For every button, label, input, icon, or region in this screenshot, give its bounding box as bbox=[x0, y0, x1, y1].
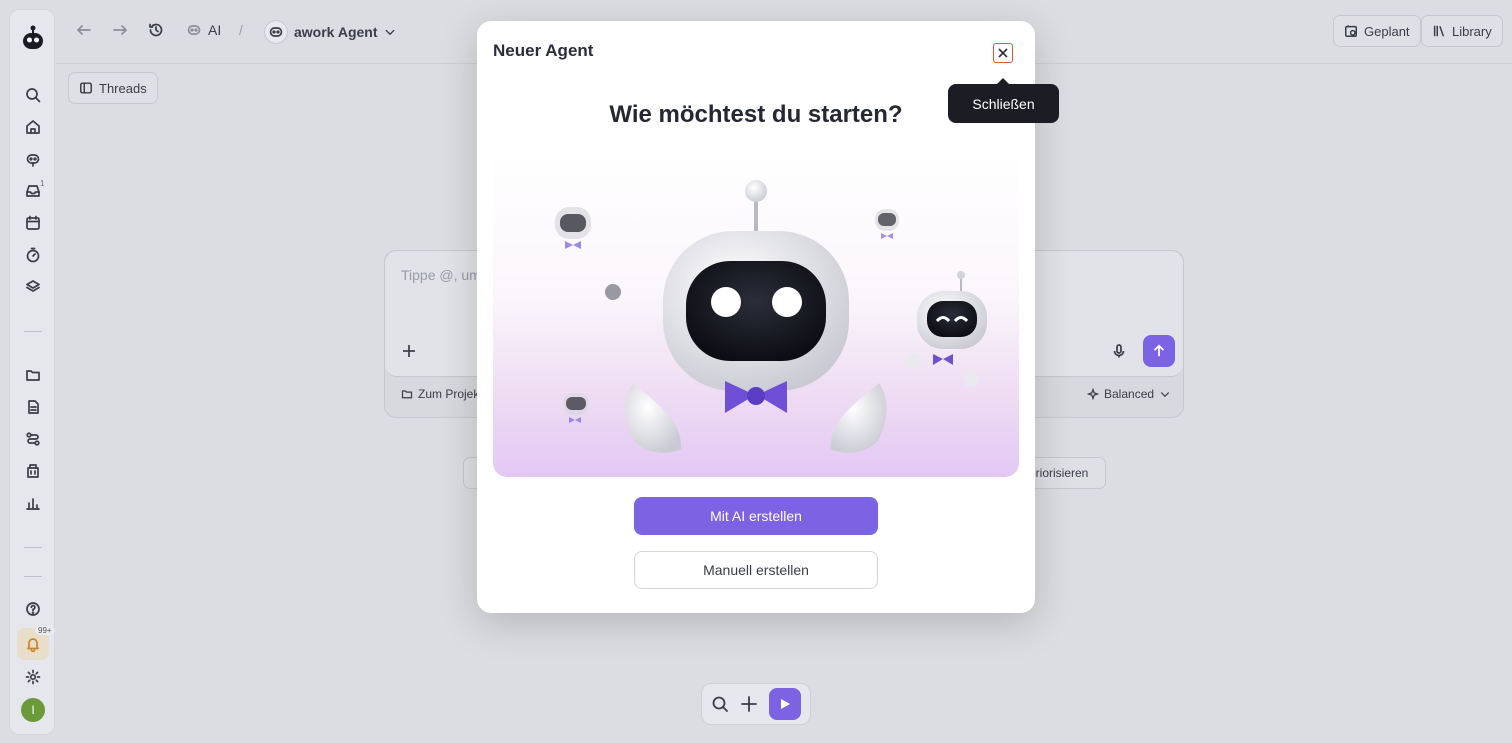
mode-label: Balanced bbox=[1104, 387, 1155, 401]
folder-icon[interactable] bbox=[21, 363, 45, 387]
company-icon[interactable] bbox=[21, 459, 45, 483]
library-icon bbox=[1433, 25, 1445, 37]
robot-illustration bbox=[493, 151, 1019, 477]
chat-input-placeholder: Tippe @, um bbox=[401, 267, 481, 283]
chevron-down-icon bbox=[1160, 392, 1170, 398]
bell-icon[interactable] bbox=[21, 632, 45, 656]
agent-avatar bbox=[264, 20, 288, 44]
breadcrumb-ai-label: AI bbox=[208, 22, 222, 38]
plus-icon[interactable] bbox=[740, 695, 758, 713]
search-icon[interactable] bbox=[711, 695, 729, 713]
awork-logo-icon[interactable] bbox=[20, 24, 46, 52]
notifications-badge: 99+ bbox=[35, 626, 55, 635]
breadcrumb-separator: / bbox=[239, 22, 243, 38]
threads-button[interactable]: Threads bbox=[68, 72, 158, 104]
project-label: Zum Projekt bbox=[418, 387, 483, 401]
layers-icon[interactable] bbox=[21, 275, 45, 299]
sidebar-divider bbox=[24, 576, 42, 577]
panel-icon bbox=[80, 82, 92, 94]
bottom-dock bbox=[701, 683, 811, 725]
agent-name: awork Agent bbox=[294, 24, 378, 40]
sidebar: 1 99+ I bbox=[9, 9, 55, 735]
history-icon[interactable] bbox=[148, 22, 164, 38]
create-manually-button[interactable]: Manuell erstellen bbox=[634, 551, 878, 589]
arrow-up-icon bbox=[1154, 344, 1164, 357]
robot-mascot-image bbox=[555, 180, 987, 453]
agent-selector[interactable]: awork Agent bbox=[264, 20, 396, 44]
home-icon[interactable] bbox=[21, 115, 45, 139]
sidebar-divider bbox=[24, 547, 42, 548]
mode-selector[interactable]: Balanced bbox=[1087, 387, 1171, 401]
avatar[interactable]: I bbox=[21, 698, 45, 722]
forward-arrow-icon[interactable] bbox=[112, 22, 128, 38]
close-tooltip: Schließen bbox=[948, 78, 1059, 123]
library-button[interactable]: Library bbox=[1421, 15, 1503, 47]
document-icon[interactable] bbox=[21, 395, 45, 419]
create-with-ai-button[interactable]: Mit AI erstellen bbox=[634, 497, 878, 535]
workflow-icon[interactable] bbox=[21, 427, 45, 451]
ai-agent-icon[interactable] bbox=[21, 147, 45, 171]
chevron-down-icon bbox=[385, 29, 394, 35]
close-button[interactable] bbox=[993, 43, 1013, 63]
folder-icon bbox=[401, 390, 413, 399]
close-icon bbox=[998, 48, 1008, 58]
suggestion-label: priorisieren bbox=[1029, 466, 1089, 480]
gear-icon[interactable] bbox=[21, 665, 45, 689]
play-icon bbox=[780, 699, 790, 709]
search-icon[interactable] bbox=[21, 83, 45, 107]
sidebar-divider bbox=[24, 331, 42, 332]
microphone-icon[interactable] bbox=[1111, 343, 1127, 359]
chart-icon[interactable] bbox=[21, 491, 45, 515]
library-label: Library bbox=[1452, 23, 1492, 39]
scheduled-icon bbox=[1345, 25, 1357, 37]
ai-agent-icon bbox=[269, 27, 283, 37]
scheduled-button[interactable]: Geplant bbox=[1333, 15, 1421, 47]
modal-title: Neuer Agent bbox=[493, 41, 594, 60]
scheduled-label: Geplant bbox=[1364, 23, 1410, 39]
threads-label: Threads bbox=[99, 80, 147, 96]
inbox-badge: 1 bbox=[40, 179, 45, 188]
back-arrow-icon[interactable] bbox=[76, 22, 92, 38]
sparkle-icon bbox=[1087, 388, 1099, 400]
timer-icon[interactable] bbox=[21, 243, 45, 267]
timer-play-button[interactable] bbox=[768, 688, 801, 720]
calendar-icon[interactable] bbox=[21, 211, 45, 235]
send-button[interactable] bbox=[1143, 335, 1175, 367]
breadcrumb-ai[interactable]: AI bbox=[186, 22, 221, 38]
project-selector[interactable]: Zum Projekt bbox=[401, 387, 483, 401]
help-icon[interactable] bbox=[21, 597, 45, 621]
plus-icon[interactable] bbox=[401, 343, 417, 359]
ai-agent-icon bbox=[187, 25, 201, 35]
